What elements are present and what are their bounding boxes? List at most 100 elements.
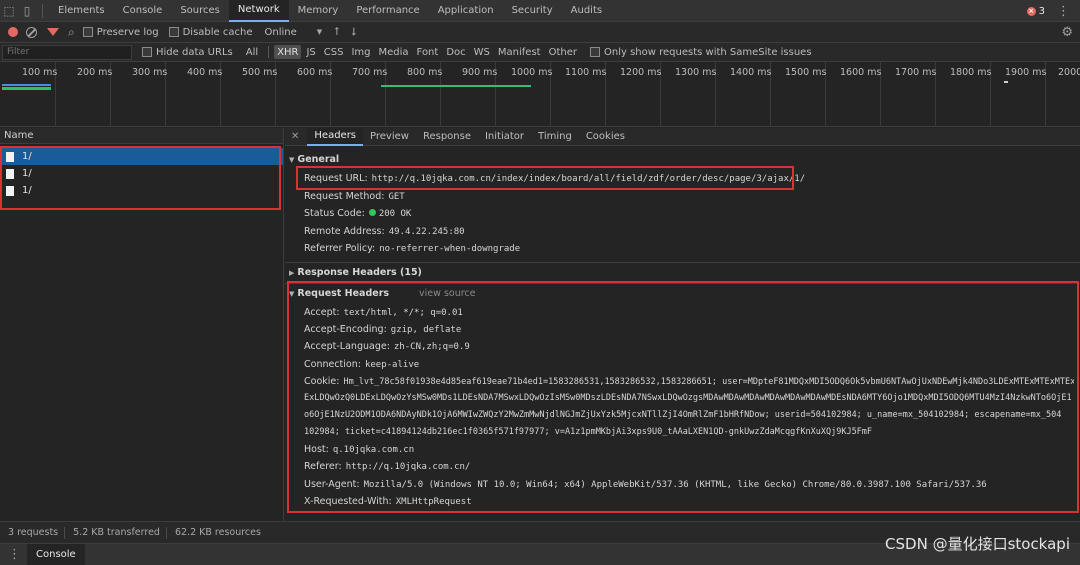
timeline-tick-label: 1100 ms xyxy=(565,67,607,78)
timeline-tick-label: 1900 ms xyxy=(1005,67,1047,78)
tab-preview[interactable]: Preview xyxy=(363,128,416,146)
header-name: Accept-Language: xyxy=(304,341,390,352)
request-row[interactable]: 1/ xyxy=(0,148,283,165)
request-row[interactable]: 1/ xyxy=(0,165,283,182)
header-name: Cookie: xyxy=(304,376,340,387)
triangle-down-icon: ▼ xyxy=(289,289,295,298)
timeline-domcontent-bar xyxy=(2,84,51,86)
header-name: X-Requested-With: xyxy=(304,496,392,507)
header-name: User-Agent: xyxy=(304,479,360,490)
type-filter-other[interactable]: Other xyxy=(546,45,580,59)
timeline-tick-label: 100 ms xyxy=(22,67,58,78)
request-row[interactable]: 1/ xyxy=(0,182,283,199)
checkbox-box[interactable] xyxy=(82,27,93,37)
checkbox-box[interactable] xyxy=(590,47,600,57)
tab-performance[interactable]: Performance xyxy=(347,0,428,22)
header-name: Request Method: xyxy=(304,191,385,202)
header-value[interactable]: http://q.10jqka.com.cn/index/index/board… xyxy=(372,174,805,184)
details-tabbar: ✕ Headers Preview Response Initiator Tim… xyxy=(285,127,1080,146)
tab-headers[interactable]: Headers xyxy=(307,127,364,146)
import-har-icon[interactable]: ⭡ xyxy=(334,25,339,39)
type-filter-manifest[interactable]: Manifest xyxy=(495,45,544,59)
general-section-header[interactable]: ▼ General xyxy=(289,154,339,165)
header-name: Accept: xyxy=(304,307,340,318)
filter-icon[interactable] xyxy=(47,28,59,36)
error-count: 3 xyxy=(1038,5,1045,17)
tab-security[interactable]: Security xyxy=(503,0,562,22)
hide-data-urls-checkbox[interactable]: Hide data URLs xyxy=(142,47,233,58)
type-filter-doc[interactable]: Doc xyxy=(443,45,468,59)
cookie-value-line: Hm_lvt_78c58f01938e4d85eaf619eae71b4ed1=… xyxy=(343,377,1074,387)
throttling-select[interactable]: Online ▼ xyxy=(265,27,323,38)
host-row: Host: q.10jqka.com.cn xyxy=(304,444,414,455)
timeline-load-bar xyxy=(2,87,51,90)
timeline-overview[interactable]: 100 ms 200 ms 300 ms 400 ms 500 ms 600 m… xyxy=(0,62,1080,127)
timeline-tick-label: 1700 ms xyxy=(895,67,937,78)
inspect-element-icon[interactable]: ⬚ xyxy=(0,0,18,22)
timeline-tick-label: 900 ms xyxy=(462,67,498,78)
tab-cookies[interactable]: Cookies xyxy=(579,128,632,146)
disable-cache-checkbox[interactable]: Disable cache xyxy=(168,27,253,38)
drawer-tab-console[interactable]: Console xyxy=(27,543,85,565)
tab-memory[interactable]: Memory xyxy=(289,0,348,22)
type-filter-xhr[interactable]: XHR xyxy=(274,45,302,59)
checkbox-box[interactable] xyxy=(168,27,179,37)
drawer-menu-icon[interactable]: ⋮ xyxy=(8,547,21,562)
document-icon xyxy=(6,185,14,196)
tab-initiator[interactable]: Initiator xyxy=(478,128,531,146)
type-filter-font[interactable]: Font xyxy=(414,45,442,59)
type-filter-js[interactable]: JS xyxy=(303,45,318,59)
view-source-link[interactable]: view source xyxy=(419,288,475,299)
request-method-row: Request Method: GET xyxy=(304,191,405,202)
checkbox-box[interactable] xyxy=(142,47,152,57)
header-value: keep-alive xyxy=(364,360,420,370)
tab-console[interactable]: Console xyxy=(114,0,172,22)
header-value: no-referrer-when-downgrade xyxy=(379,244,521,254)
status-ok-icon xyxy=(368,209,376,216)
tab-application[interactable]: Application xyxy=(429,0,503,22)
gear-icon[interactable]: ⚙ xyxy=(1061,25,1073,40)
timeline-tick-label: 1600 ms xyxy=(840,67,882,78)
tab-elements[interactable]: Elements xyxy=(49,0,114,22)
accept-language-row: Accept-Language: zh-CN,zh;q=0.9 xyxy=(304,341,470,352)
clear-icon[interactable] xyxy=(26,26,37,38)
transferred-size: 5.2 KB transferred xyxy=(73,527,160,538)
triangle-right-icon: ▶ xyxy=(289,268,295,277)
record-icon[interactable] xyxy=(8,27,18,37)
tab-response[interactable]: Response xyxy=(416,128,478,146)
type-filter-media[interactable]: Media xyxy=(376,45,412,59)
hide-data-urls-label: Hide data URLs xyxy=(156,46,233,58)
close-icon[interactable]: ✕ xyxy=(291,131,299,142)
search-icon[interactable]: ⌕ xyxy=(68,25,75,40)
tab-timing[interactable]: Timing xyxy=(531,128,579,146)
type-filter-all[interactable]: All xyxy=(243,45,261,59)
more-options-icon[interactable]: ⋮ xyxy=(1057,4,1070,19)
name-column-header[interactable]: Name xyxy=(0,128,283,144)
header-value: 49.4.22.245:80 xyxy=(388,227,465,237)
timeline-tick-label: 500 ms xyxy=(242,67,278,78)
cookie-value-line: 102984; ticket=c41894124db216ec1f0365f57… xyxy=(304,427,873,437)
error-count-badge[interactable]: × 3 xyxy=(1026,5,1045,17)
timeline-tick-label: 400 ms xyxy=(187,67,223,78)
samesite-checkbox[interactable]: Only show requests with SameSite issues xyxy=(590,47,812,58)
type-filter-css[interactable]: CSS xyxy=(321,45,347,59)
timeline-tick-label: 1200 ms xyxy=(620,67,662,78)
type-filter-ws[interactable]: WS xyxy=(471,45,493,59)
timeline-tick-label: 700 ms xyxy=(352,67,388,78)
header-value: http://q.10jqka.com.cn/ xyxy=(345,462,471,472)
request-headers-section-header[interactable]: ▼ Request Headers view source xyxy=(289,288,476,299)
device-toolbar-icon[interactable]: ▯ xyxy=(18,0,36,22)
timeline-tick-label: 600 ms xyxy=(297,67,333,78)
filter-input[interactable] xyxy=(2,44,132,60)
type-filter-img[interactable]: Img xyxy=(348,45,373,59)
export-har-icon[interactable]: ⭣ xyxy=(351,25,356,39)
tab-sources[interactable]: Sources xyxy=(171,0,229,22)
request-name: 1/ xyxy=(22,151,32,162)
tab-network[interactable]: Network xyxy=(228,0,289,22)
preserve-log-checkbox[interactable]: Preserve log xyxy=(82,27,159,38)
user-agent-row: User-Agent: Mozilla/5.0 (Windows NT 10.0;… xyxy=(304,479,987,490)
general-title: General xyxy=(297,154,340,165)
response-headers-section-header[interactable]: ▶ Response Headers (15) xyxy=(289,267,422,278)
timeline-tick-label: 1500 ms xyxy=(785,67,827,78)
tab-audits[interactable]: Audits xyxy=(562,0,611,22)
